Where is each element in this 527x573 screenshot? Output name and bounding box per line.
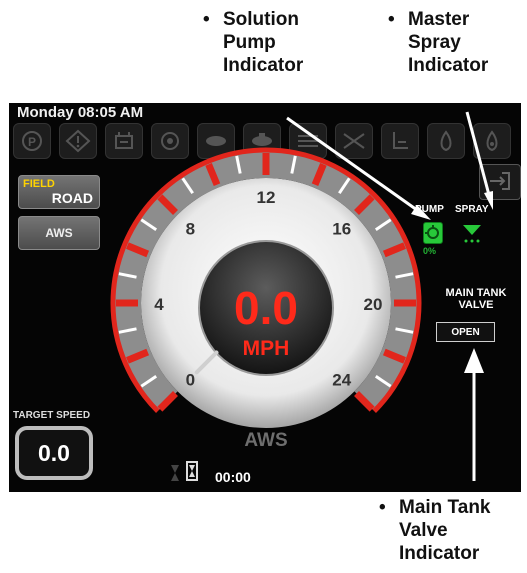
tick-label-24: 24 (332, 371, 351, 390)
tick-label-16: 16 (332, 219, 351, 238)
pump-label: PUMP (415, 204, 444, 215)
callout-line: Valve (399, 520, 448, 541)
hourglass-icon (171, 461, 198, 481)
main-tank-valve-label: MAIN TANK VALVE (445, 287, 507, 311)
tick-label-4: 4 (154, 295, 164, 314)
steering-mode-label: AWS (244, 430, 287, 451)
exit-icon[interactable] (479, 164, 521, 200)
callout-line: Master (408, 9, 470, 30)
callout-main-tank-valve: • Main Tank Valve Indicator (379, 496, 527, 565)
callout-solution-pump: • Solution Pump Indicator (203, 8, 353, 77)
speed-unit: MPH (243, 337, 290, 360)
callout-line: Solution (223, 9, 299, 30)
callout-master-spray: • Master Spray Indicator (388, 8, 518, 77)
master-spray-indicator-icon[interactable] (462, 223, 482, 247)
pump-percent: 0% (423, 246, 437, 256)
timer-readout: 00:00 (215, 469, 251, 485)
target-speed-box[interactable]: 0.0 (15, 426, 93, 480)
spray-label: SPRAY (455, 204, 489, 215)
callout-line: Indicator (223, 55, 304, 76)
target-speed-label: TARGET SPEED (13, 410, 91, 421)
speed-readout: 0.0 (234, 282, 298, 334)
main-tank-valve-button[interactable]: OPEN (436, 322, 495, 342)
callout-line: Spray (408, 32, 461, 53)
callout-line: Indicator (408, 55, 489, 76)
tick-label-8: 8 (186, 219, 195, 238)
callout-line: Indicator (399, 543, 480, 564)
tick-label-12: 12 (257, 188, 276, 207)
display-screen: Monday 08:05 AM P FIELD ROAD AWS 0 4 8 1… (9, 103, 521, 492)
tick-label-0: 0 (186, 371, 195, 390)
callout-line: Pump (223, 32, 276, 53)
callout-line: Main Tank (399, 497, 491, 518)
solution-pump-indicator-icon[interactable] (423, 222, 443, 244)
tick-label-20: 20 (364, 295, 383, 314)
